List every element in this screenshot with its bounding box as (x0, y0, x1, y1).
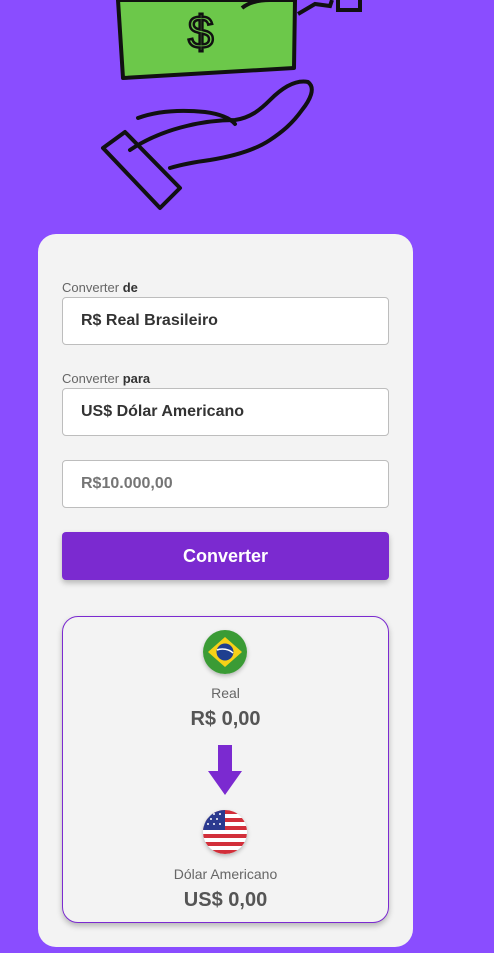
converter-card: Converter de R$ Real Brasileiro Converte… (38, 234, 413, 947)
amount-input[interactable] (62, 460, 389, 508)
from-label-prefix: Converter (62, 280, 120, 295)
convert-button[interactable]: Converter (62, 532, 389, 580)
brazil-flag-icon (203, 630, 247, 674)
to-label-prefix: Converter (62, 371, 120, 386)
to-label-bold: para (122, 371, 151, 386)
to-currency-name: Dólar Americano (173, 866, 278, 882)
convert-button-label: Converter (182, 545, 269, 566)
to-label: Converter para (62, 371, 150, 386)
to-currency-amount: US$ 0,00 (183, 889, 268, 911)
from-currency-amount: R$ 0,00 (190, 708, 261, 730)
usa-flag-icon (203, 810, 247, 854)
to-currency-value: US$ Dólar Americano (81, 403, 245, 420)
svg-text:$: $ (188, 6, 214, 58)
from-label-bold: de (122, 280, 138, 295)
from-currency-value: R$ Real Brasileiro (81, 312, 218, 329)
money-hand-illustration: $ (70, 0, 370, 220)
from-label: Converter de (62, 280, 138, 295)
to-currency-select[interactable]: US$ Dólar Americano (62, 388, 389, 436)
from-currency-name: Real (211, 685, 240, 701)
arrow-down-icon (208, 745, 242, 795)
result-panel: Real R$ 0,00 Dólar Americano US$ 0,00 (62, 616, 389, 923)
from-currency-select[interactable]: R$ Real Brasileiro (62, 297, 389, 345)
money-hand-icon: $ (101, 0, 362, 210)
